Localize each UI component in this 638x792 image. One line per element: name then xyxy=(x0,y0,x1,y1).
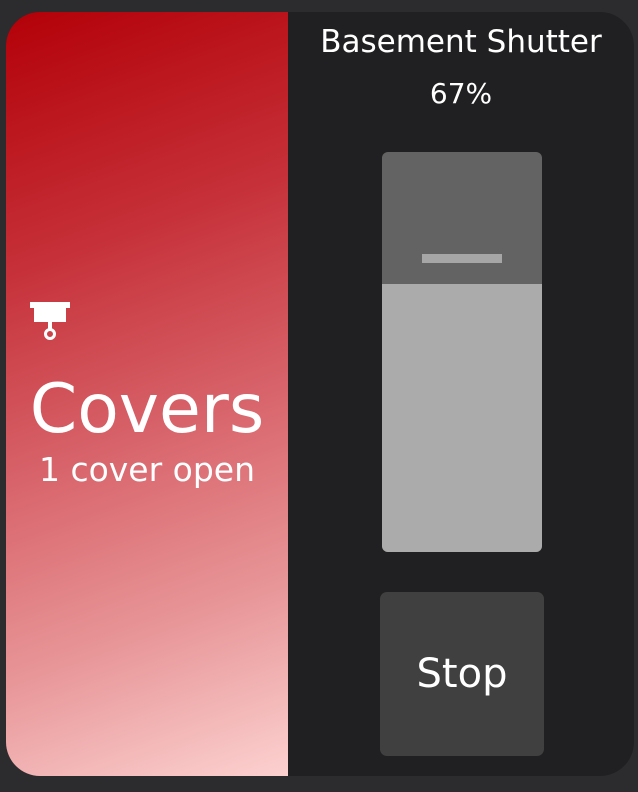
stop-button[interactable]: Stop xyxy=(380,592,544,756)
device-name: Basement Shutter xyxy=(320,24,602,60)
device-panel: Basement Shutter 67% Stop xyxy=(288,12,634,776)
position-slider[interactable] xyxy=(382,152,542,552)
slider-fill xyxy=(382,284,542,552)
category-title: Covers xyxy=(29,370,265,449)
category-status: 1 cover open xyxy=(38,450,256,489)
cover-control-card: Covers 1 cover open Basement Shutter 67%… xyxy=(6,12,634,776)
slider-handle[interactable] xyxy=(422,254,502,263)
window-shutter-icon xyxy=(30,302,70,344)
device-position-value: 67% xyxy=(429,77,493,110)
category-panel[interactable]: Covers 1 cover open xyxy=(6,12,288,776)
